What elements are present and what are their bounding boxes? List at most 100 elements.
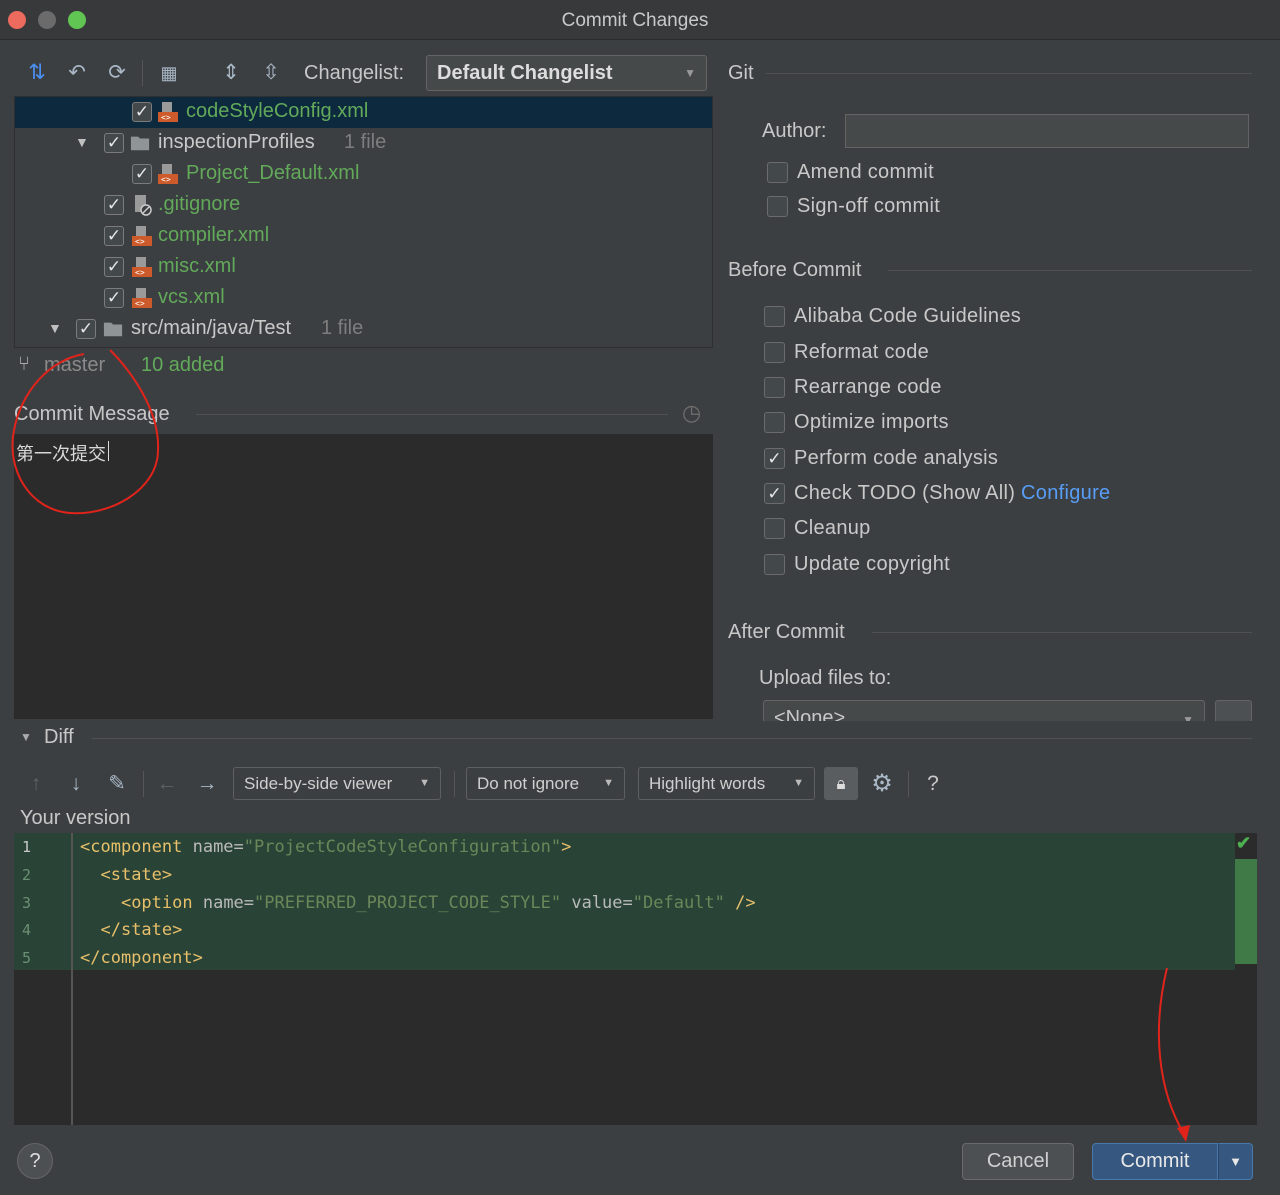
folder-icon [130, 136, 150, 151]
folder-icon [103, 322, 123, 337]
file-count: 1 file [321, 317, 364, 339]
sign-off-checkbox[interactable] [767, 196, 788, 217]
svg-text:<>: <> [135, 299, 145, 308]
cleanup-checkbox[interactable] [764, 518, 785, 539]
tree-row[interactable]: ✓ <> vcs.xml [15, 283, 712, 314]
title-bar: Commit Changes [0, 0, 1280, 40]
xml-file-icon: <> [132, 288, 152, 308]
amend-commit-checkbox[interactable] [767, 162, 788, 183]
browse-button[interactable] [1215, 700, 1252, 721]
ignore-policy-dropdown[interactable]: Do not ignore ▼ [466, 767, 625, 800]
changes-tree[interactable]: ✓ <> codeStyleConfig.xml ▼ ✓ inspectionP… [14, 96, 713, 348]
next-difference-icon[interactable]: ↓ [64, 770, 88, 798]
tree-row[interactable]: ✓ <> compiler.xml [15, 221, 712, 252]
previous-difference-icon[interactable]: ↑ [24, 770, 48, 798]
update-copyright-checkbox[interactable] [764, 554, 785, 575]
after-commit-title: After Commit [728, 621, 845, 643]
tree-row[interactable]: ✓ <> codeStyleConfig.xml [15, 97, 712, 128]
expand-triangle-icon[interactable]: ▼ [75, 134, 89, 150]
changelist-dropdown[interactable]: Default Changelist ▼ [426, 55, 707, 91]
chevron-down-icon: ▼ [1182, 713, 1194, 721]
commit-message-input[interactable]: 第一次提交 [14, 434, 713, 719]
author-input[interactable] [845, 114, 1249, 148]
commit-button[interactable]: Commit [1092, 1143, 1218, 1180]
help-icon[interactable]: ? [920, 770, 946, 798]
commit-message-text: 第一次提交 [16, 444, 106, 465]
commit-changes-dialog: Commit Changes ⇅ ↶ ⟳ ▦ ⇕ ⇳ Changelist: D… [0, 0, 1280, 1195]
file-name: .gitignore [158, 193, 241, 215]
expand-all-icon[interactable]: ⇕ [218, 60, 244, 86]
optimize-imports-label: Optimize imports [794, 411, 949, 433]
viewer-mode-dropdown[interactable]: Side-by-side viewer ▼ [233, 767, 441, 800]
file-checkbox[interactable]: ✓ [104, 226, 124, 246]
before-commit-title: Before Commit [728, 259, 862, 281]
xml-file-icon: <> [132, 226, 152, 246]
lock-icon[interactable]: 🔒︎ [824, 767, 858, 800]
file-count: 1 file [344, 131, 387, 153]
perform-code-analysis-checkbox[interactable]: ✓ [764, 448, 785, 469]
file-checkbox[interactable]: ✓ [104, 257, 124, 277]
upload-target-value: <None> [774, 707, 846, 721]
svg-text:<>: <> [161, 175, 171, 184]
line-number: 2 [22, 866, 32, 884]
tree-row[interactable]: ✓ <> Project_Default.xml [15, 159, 712, 190]
chevron-down-icon: ▼ [603, 777, 614, 789]
commit-options-dropdown[interactable]: ▼ [1218, 1143, 1253, 1180]
forward-arrow-icon[interactable]: → [195, 770, 219, 798]
diff-section-title: Diff [44, 726, 74, 748]
upload-files-label: Upload files to: [759, 667, 892, 689]
toolbar-separator [142, 60, 143, 86]
file-checkbox[interactable]: ✓ [132, 102, 152, 122]
code-line: <component name="ProjectCodeStyleConfigu… [80, 837, 572, 857]
alibaba-guidelines-checkbox[interactable] [764, 306, 785, 327]
commit-message-label: Commit Message [14, 403, 170, 425]
branch-name[interactable]: master [44, 354, 105, 377]
collapse-all-icon[interactable]: ⇳ [258, 60, 284, 86]
file-checkbox[interactable]: ✓ [132, 164, 152, 184]
back-arrow-icon[interactable]: ← [155, 770, 179, 798]
expand-triangle-icon[interactable]: ▼ [48, 320, 62, 336]
help-button[interactable]: ? [17, 1143, 53, 1179]
rearrange-code-checkbox[interactable] [764, 377, 785, 398]
configure-link[interactable]: Configure [1021, 482, 1110, 504]
refresh-icon[interactable]: ⟳ [104, 60, 130, 86]
folder-checkbox[interactable]: ✓ [104, 133, 124, 153]
code-line: </component> [80, 948, 203, 968]
svg-text:<>: <> [135, 268, 145, 277]
tree-row[interactable]: ▼ ✓ inspectionProfiles 1 file [15, 128, 712, 159]
window-title: Commit Changes [561, 10, 709, 31]
gear-icon[interactable]: ⚙ [868, 770, 896, 798]
folder-checkbox[interactable]: ✓ [76, 319, 96, 339]
reformat-code-checkbox[interactable] [764, 342, 785, 363]
group-by-icon[interactable]: ▦ [156, 60, 182, 86]
tree-row[interactable]: ✓ .gitignore [15, 190, 712, 221]
perform-code-analysis-label: Perform code analysis [794, 447, 999, 469]
compare-icon[interactable]: ⇅ [24, 60, 50, 86]
tree-row[interactable]: ✓ <> misc.xml [15, 252, 712, 283]
line-number: 4 [22, 921, 32, 939]
viewer-mode-value: Side-by-side viewer [244, 774, 393, 793]
optimize-imports-checkbox[interactable] [764, 412, 785, 433]
tree-row[interactable]: ▼ ✓ src/main/java/Test 1 file [15, 314, 712, 345]
upload-dropdown-clip: <None> ▼ [763, 700, 1205, 721]
line-number: 3 [22, 894, 32, 912]
history-icon[interactable]: ◷ [682, 400, 701, 426]
file-checkbox[interactable]: ✓ [104, 288, 124, 308]
file-name: compiler.xml [158, 224, 270, 246]
edit-source-icon[interactable]: ✎ [104, 770, 130, 798]
svg-text:<>: <> [161, 113, 171, 122]
diff-editor[interactable]: ✔ 1 2 3 4 5 <component name="ProjectCode… [14, 833, 1257, 1125]
rollback-icon[interactable]: ↶ [64, 60, 90, 86]
file-checkbox[interactable]: ✓ [104, 195, 124, 215]
cleanup-label: Cleanup [794, 517, 871, 539]
file-name: vcs.xml [158, 286, 225, 308]
code-line: </state> [100, 920, 183, 940]
chevron-down-icon: ▼ [419, 777, 430, 789]
upload-target-dropdown[interactable]: <None> ▼ [763, 700, 1205, 721]
collapse-triangle-icon[interactable]: ▼ [20, 730, 32, 744]
highlight-dropdown[interactable]: Highlight words ▼ [638, 767, 815, 800]
check-todo-checkbox[interactable]: ✓ [764, 483, 785, 504]
cancel-button[interactable]: Cancel [962, 1143, 1074, 1180]
chevron-down-icon: ▼ [684, 66, 696, 80]
xml-file-icon: <> [132, 257, 152, 277]
